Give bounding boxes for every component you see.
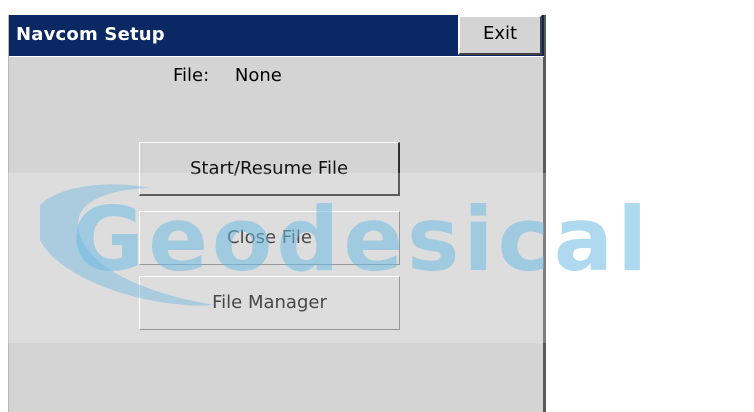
close-file-button[interactable]: Close File bbox=[139, 211, 400, 265]
file-manager-button[interactable]: File Manager bbox=[139, 276, 400, 330]
screen: Navcom Setup Exit File: None Start/Resum… bbox=[0, 0, 754, 412]
exit-button[interactable]: Exit bbox=[458, 15, 542, 55]
start-resume-file-button[interactable]: Start/Resume File bbox=[139, 142, 400, 196]
navcom-setup-window: Navcom Setup Exit File: None Start/Resum… bbox=[8, 15, 546, 412]
file-status: File: None bbox=[173, 65, 282, 86]
file-value: None bbox=[234, 65, 282, 86]
file-label: File: bbox=[173, 65, 210, 86]
title-bar: Navcom Setup Exit bbox=[9, 15, 544, 57]
window-title: Navcom Setup bbox=[16, 24, 165, 45]
